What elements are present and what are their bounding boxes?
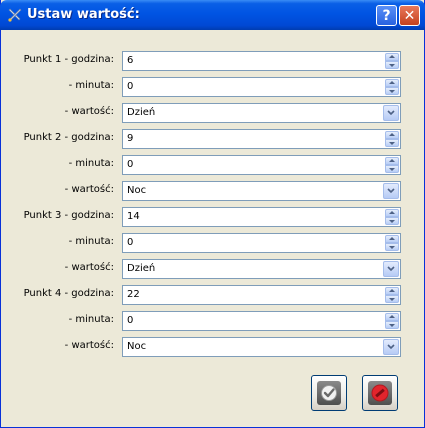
chevron-down-icon[interactable] [383, 183, 399, 199]
form-row: - minuta: 0 [1, 233, 425, 253]
spin-buttons[interactable] [385, 287, 399, 303]
field-value: 0 [127, 159, 134, 170]
spin-buttons[interactable] [385, 313, 399, 329]
help-button[interactable]: ? [376, 5, 397, 26]
spin-up-icon[interactable] [385, 131, 399, 139]
spin-down-icon[interactable] [385, 243, 399, 251]
minute-spinbox[interactable]: 0 [122, 155, 401, 175]
field-value: Noc [127, 341, 147, 352]
field-value: Dzień [127, 107, 156, 118]
spin-buttons[interactable] [385, 131, 399, 147]
form-row: Punkt 3 - godzina: 14 [1, 207, 425, 227]
field-label: - minuta: [68, 314, 114, 325]
value-combobox[interactable]: Noc [122, 337, 401, 357]
spin-up-icon[interactable] [385, 53, 399, 61]
spin-down-icon[interactable] [385, 217, 399, 225]
spin-down-icon[interactable] [385, 295, 399, 303]
spin-buttons[interactable] [385, 209, 399, 225]
field-value: 0 [127, 237, 134, 248]
field-label: - minuta: [68, 158, 114, 169]
spin-buttons[interactable] [385, 53, 399, 69]
field-label: Punkt 3 - godzina: [23, 210, 114, 221]
hour-spinbox[interactable]: 6 [122, 51, 401, 71]
minute-spinbox[interactable]: 0 [122, 233, 401, 253]
form-row: - wartość: Noc [1, 181, 425, 201]
close-button[interactable]: ✕ [399, 5, 420, 26]
field-value: 0 [127, 81, 134, 92]
spin-buttons[interactable] [385, 235, 399, 251]
field-label: - minuta: [68, 80, 114, 91]
form-row: - minuta: 0 [1, 77, 425, 97]
field-label: Punkt 2 - godzina: [23, 132, 114, 143]
field-value: 9 [127, 133, 134, 144]
field-label: Punkt 4 - godzina: [23, 288, 114, 299]
ok-button[interactable] [311, 375, 347, 411]
hour-spinbox[interactable]: 14 [122, 207, 401, 227]
hour-spinbox[interactable]: 9 [122, 129, 401, 149]
value-combobox[interactable]: Noc [122, 181, 401, 201]
dialog-window: Ustaw wartość: ? ✕ Punkt 1 - godzina: 6 … [0, 0, 425, 428]
form-row: - wartość: Dzień [1, 259, 425, 279]
tools-icon [8, 8, 22, 22]
field-label: - wartość: [64, 106, 114, 117]
spin-up-icon[interactable] [385, 235, 399, 243]
spin-up-icon[interactable] [385, 157, 399, 165]
chevron-down-icon[interactable] [383, 105, 399, 121]
field-value: 6 [127, 55, 134, 66]
value-combobox[interactable]: Dzień [122, 103, 401, 123]
window-title: Ustaw wartość: [27, 7, 140, 22]
spin-down-icon[interactable] [385, 321, 399, 329]
minute-spinbox[interactable]: 0 [122, 311, 401, 331]
title-bar[interactable]: Ustaw wartość: ? ✕ [0, 0, 425, 30]
field-value: 22 [127, 289, 140, 300]
form-row: - wartość: Noc [1, 337, 425, 357]
minute-spinbox[interactable]: 0 [122, 77, 401, 97]
form-row: - minuta: 0 [1, 155, 425, 175]
field-value: Dzień [127, 263, 156, 274]
form-row: - wartość: Dzień [1, 103, 425, 123]
spin-down-icon[interactable] [385, 139, 399, 147]
field-value: 14 [127, 211, 140, 222]
spin-up-icon[interactable] [385, 287, 399, 295]
chevron-down-icon[interactable] [383, 261, 399, 277]
chevron-down-icon[interactable] [383, 339, 399, 355]
no-entry-icon [368, 381, 392, 405]
field-label: - wartość: [64, 340, 114, 351]
field-label: - wartość: [64, 262, 114, 273]
field-value: 0 [127, 315, 134, 326]
field-value: Noc [127, 185, 147, 196]
form-row: Punkt 1 - godzina: 6 [1, 51, 425, 71]
spin-buttons[interactable] [385, 79, 399, 95]
spin-up-icon[interactable] [385, 209, 399, 217]
spin-up-icon[interactable] [385, 79, 399, 87]
checkmark-icon [317, 381, 341, 405]
field-label: Punkt 1 - godzina: [23, 54, 114, 65]
spin-buttons[interactable] [385, 157, 399, 173]
spin-down-icon[interactable] [385, 165, 399, 173]
spin-up-icon[interactable] [385, 313, 399, 321]
cancel-button[interactable] [362, 375, 398, 411]
hour-spinbox[interactable]: 22 [122, 285, 401, 305]
field-label: - minuta: [68, 236, 114, 247]
spin-down-icon[interactable] [385, 61, 399, 69]
field-label: - wartość: [64, 184, 114, 195]
value-combobox[interactable]: Dzień [122, 259, 401, 279]
form-row: Punkt 2 - godzina: 9 [1, 129, 425, 149]
form-row: - minuta: 0 [1, 311, 425, 331]
form-row: Punkt 4 - godzina: 22 [1, 285, 425, 305]
spin-down-icon[interactable] [385, 87, 399, 95]
